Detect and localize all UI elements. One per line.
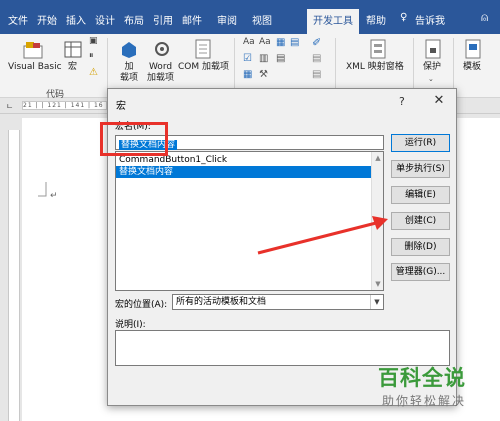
watermark-subtitle: 助你轻松解决 — [382, 394, 467, 408]
word-window: 文件 开始 插入 设计 布局 引用 邮件 审阅 视图 开发工具 帮助 ♀ 告诉我… — [0, 0, 500, 421]
watermark-title: 百科全说 — [378, 366, 466, 390]
watermark: 百科全说 助你轻松解决 — [370, 362, 495, 416]
annotation-arrow — [257, 216, 388, 255]
